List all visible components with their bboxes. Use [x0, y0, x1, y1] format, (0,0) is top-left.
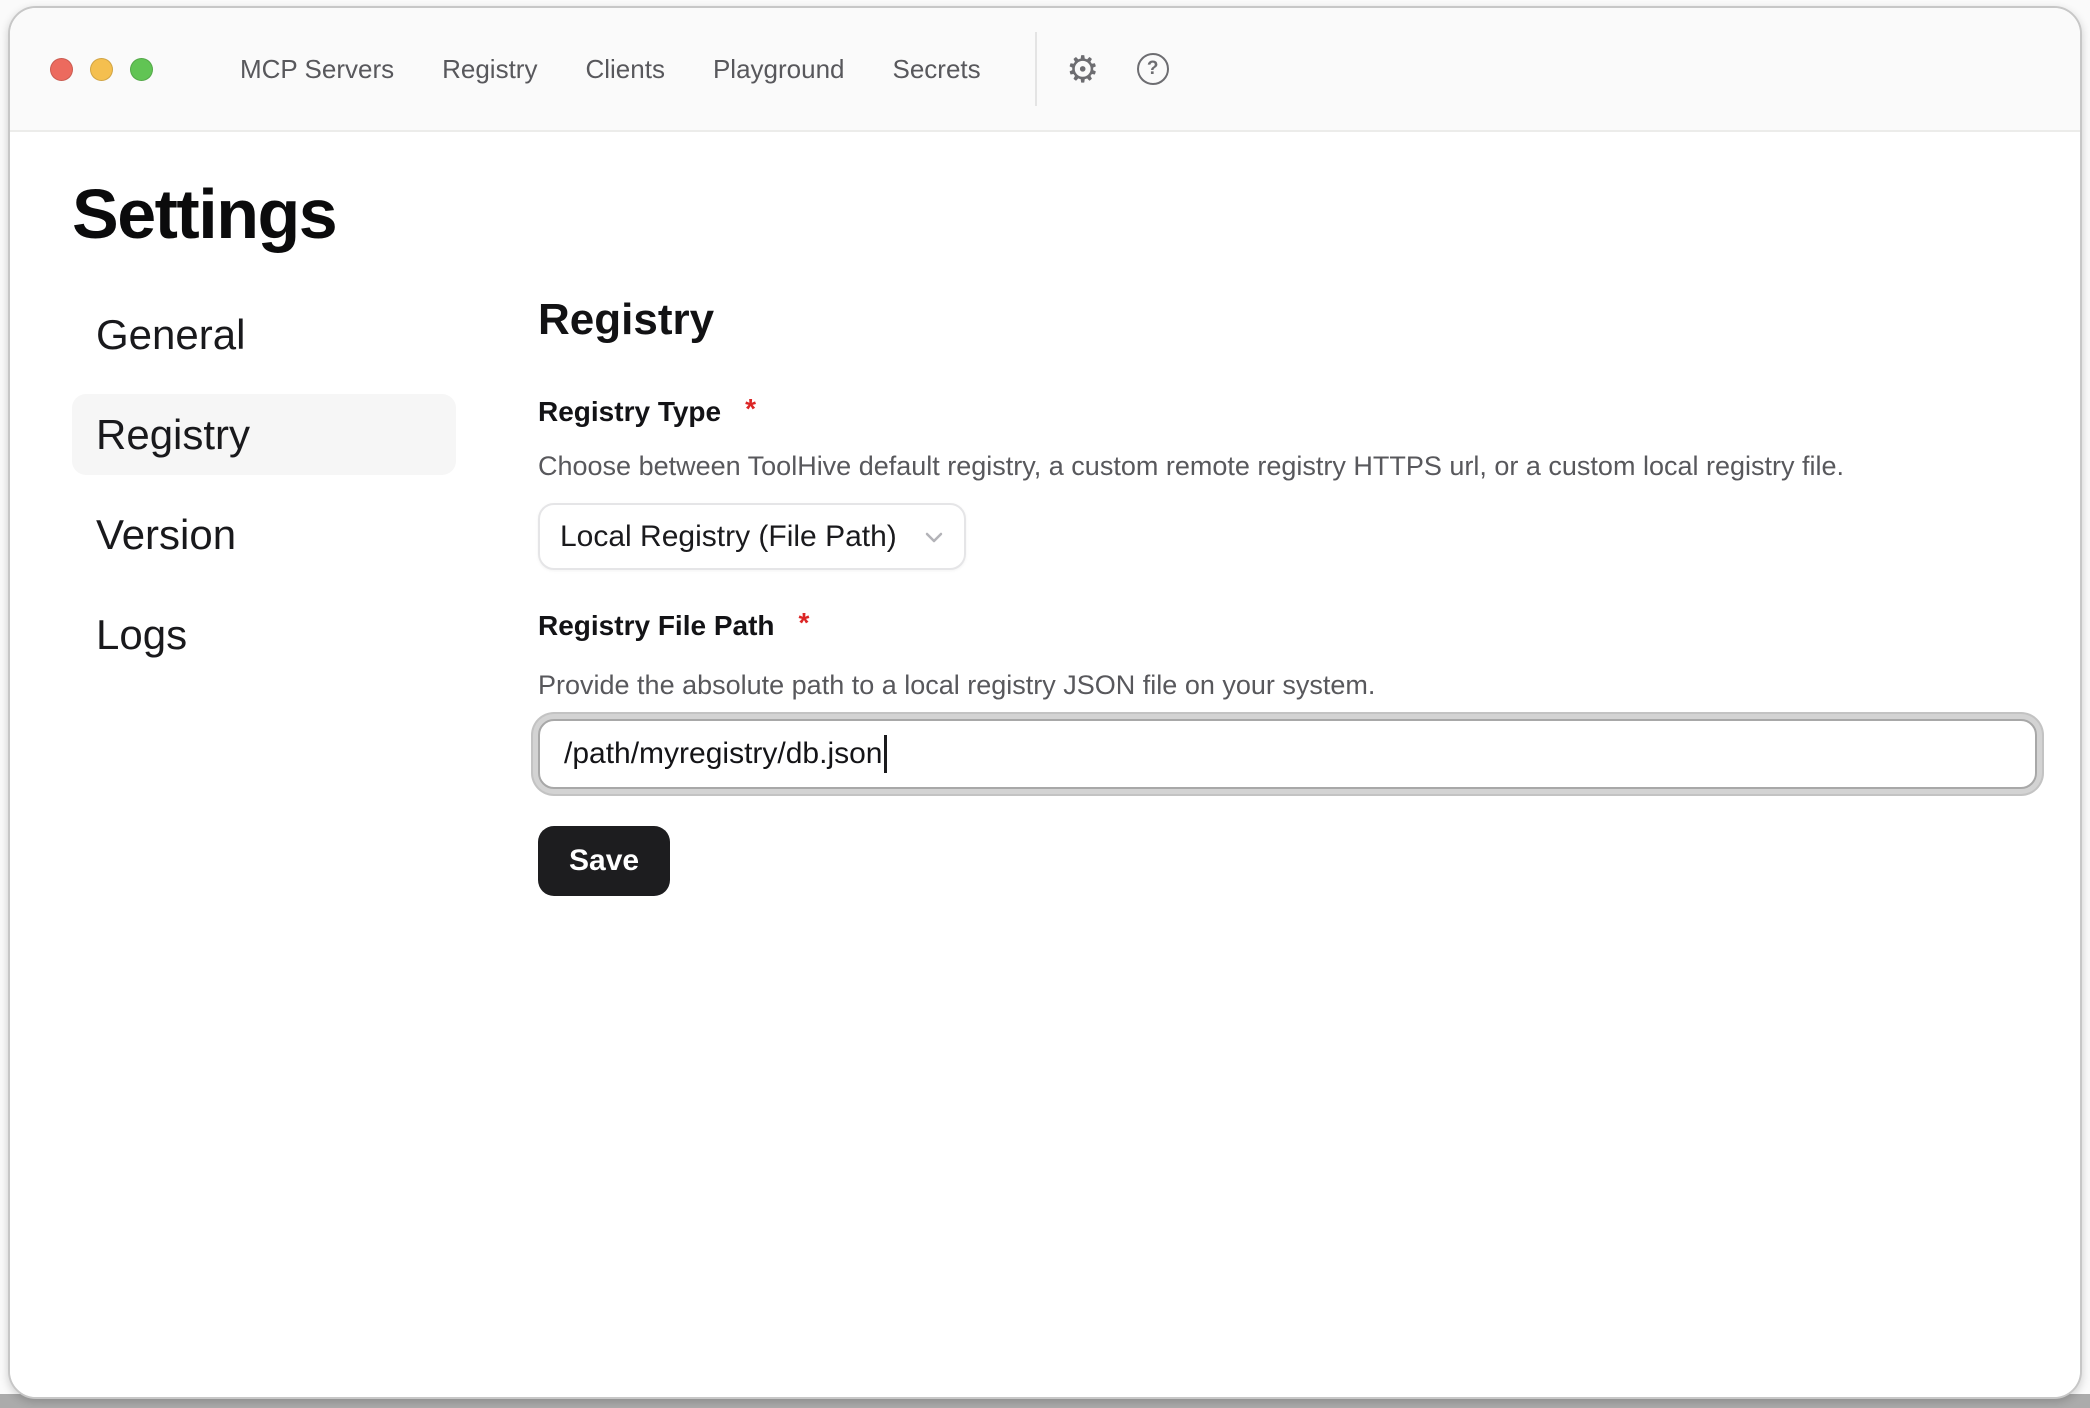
close-window-button[interactable] [50, 58, 73, 81]
registry-file-path-value: /path/myregistry/db.json [564, 737, 882, 771]
chevron-down-icon [922, 525, 946, 549]
required-asterisk: * [745, 392, 756, 426]
nav-item-playground[interactable]: Playground [713, 56, 845, 82]
page-title: Settings [72, 172, 2080, 256]
settings-sidebar: General Registry Version Logs [72, 294, 456, 675]
app-window: MCP Servers Registry Clients Playground … [8, 6, 2082, 1399]
registry-type-label: Registry Type * [538, 395, 2037, 429]
help-button[interactable]: ? [1131, 47, 1175, 91]
window-controls [50, 58, 153, 81]
text-cursor [884, 735, 887, 773]
settings-page: Settings General Registry Version Logs R… [10, 132, 2080, 1397]
registry-file-path-label-text: Registry File Path [538, 609, 775, 643]
titlebar: MCP Servers Registry Clients Playground … [10, 8, 2080, 132]
required-asterisk: * [799, 606, 810, 640]
registry-file-path-description: Provide the absolute path to a local reg… [538, 668, 2037, 702]
titlebar-divider [1035, 32, 1037, 106]
sidebar-item-logs[interactable]: Logs [72, 594, 456, 675]
sidebar-item-registry[interactable]: Registry [72, 394, 456, 475]
gear-icon: ⚙ [1066, 51, 1099, 88]
nav-item-secrets[interactable]: Secrets [893, 56, 981, 82]
nav-item-registry[interactable]: Registry [442, 56, 537, 82]
registry-type-selected-value: Local Registry (File Path) [560, 520, 897, 554]
registry-type-select[interactable]: Local Registry (File Path) [538, 503, 966, 570]
help-icon: ? [1137, 53, 1169, 85]
main-navigation: MCP Servers Registry Clients Playground … [240, 56, 981, 82]
settings-button[interactable]: ⚙ [1061, 47, 1105, 91]
nav-item-mcp-servers[interactable]: MCP Servers [240, 56, 394, 82]
nav-item-clients[interactable]: Clients [585, 56, 664, 82]
sidebar-item-version[interactable]: Version [72, 494, 456, 575]
sidebar-item-general[interactable]: General [72, 294, 456, 375]
registry-type-description: Choose between ToolHive default registry… [538, 449, 2037, 483]
registry-file-path-input[interactable]: /path/myregistry/db.json [538, 719, 2037, 789]
section-heading: Registry [538, 296, 2037, 344]
zoom-window-button[interactable] [130, 58, 153, 81]
minimize-window-button[interactable] [90, 58, 113, 81]
save-button[interactable]: Save [538, 826, 670, 896]
registry-type-label-text: Registry Type [538, 395, 721, 429]
registry-settings-panel: Registry Registry Type * Choose between … [538, 294, 2037, 896]
registry-file-path-label: Registry File Path * [538, 609, 2037, 643]
